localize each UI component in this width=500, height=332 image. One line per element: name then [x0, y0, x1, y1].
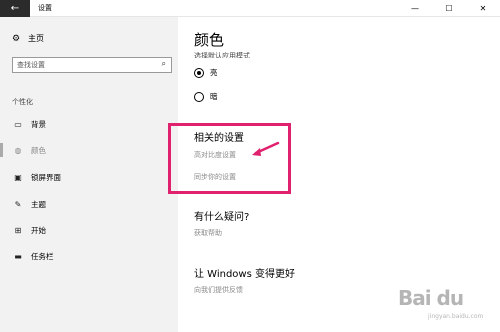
section-label: 个性化 [12, 98, 33, 106]
picture-icon: ▭ [14, 119, 22, 129]
question-title: 有什么疑问? [194, 212, 250, 223]
gear-icon: ⚙ [12, 34, 21, 44]
sidebar-home[interactable]: ⚙ 主页 [12, 33, 44, 44]
taskbar-icon: ▬ [14, 251, 22, 261]
sidebar-item-start[interactable]: ⊞ 开始 [12, 223, 46, 237]
sidebar-item-label: 背景 [31, 119, 46, 129]
page-title: 颜色 [194, 31, 225, 49]
radio-label: 亮 [210, 68, 218, 77]
sidebar-item-background[interactable]: ▭ 背景 [12, 117, 46, 131]
minimize-button[interactable]: — [400, 0, 430, 17]
settings-window: ← 设置 — ☐ ✕ ⚙ 主页 ⌕ 个性化 ▭ 背景 ◍ 颜色 ▣ 锁屏界面 ✎ 主题 ⊞… [0, 0, 500, 332]
search-input[interactable] [17, 59, 153, 71]
title-bar: ← 设置 — ☐ ✕ [0, 0, 500, 17]
search-icon[interactable]: ⌕ [162, 59, 166, 69]
monitor-icon: ▣ [14, 172, 22, 182]
sidebar-item-themes[interactable]: ✎ 主题 [12, 197, 46, 211]
radio-button-checked[interactable] [194, 67, 204, 78]
search-box[interactable]: ⌕ [12, 57, 172, 73]
sidebar-item-label: 主题 [31, 199, 46, 209]
start-grid-icon: ⊞ [14, 225, 22, 235]
annotation-arrow-icon [252, 141, 280, 156]
back-button[interactable]: ← [0, 0, 30, 17]
sidebar-item-taskbar[interactable]: ▬ 任务栏 [12, 249, 54, 263]
watermark-logo: Bai du [398, 286, 464, 310]
brush-icon: ✎ [14, 199, 22, 209]
sidebar-item-colors[interactable]: ◍ 颜色 [12, 143, 47, 157]
radio-label: 暗 [210, 92, 218, 101]
app-mode-label: 选择默认应用模式 [194, 52, 250, 58]
sidebar: ⚙ 主页 ⌕ 个性化 ▭ 背景 ◍ 颜色 ▣ 锁屏界面 ✎ 主题 ⊞ 开始 ▬ 任务栏 [0, 17, 178, 332]
get-help-link[interactable]: 获取帮助 [194, 228, 222, 238]
window-title: 设置 [38, 4, 52, 12]
palette-icon: ◍ [14, 145, 22, 155]
baidu-watermark: Bai du jingyan.baidu.com [398, 286, 498, 326]
sidebar-item-lockscreen[interactable]: ▣ 锁屏界面 [12, 170, 61, 184]
sidebar-item-label: 开始 [31, 225, 46, 235]
feedback-title: 让 Windows 变得更好 [194, 269, 295, 280]
sidebar-item-label: 颜色 [31, 145, 46, 155]
feedback-link[interactable]: 向我们提供反馈 [194, 285, 243, 295]
radio-dark[interactable]: 暗 [194, 91, 218, 102]
close-button[interactable]: ✕ [468, 0, 498, 17]
sidebar-item-label: 锁屏界面 [31, 172, 61, 182]
selection-indicator [0, 143, 3, 157]
maximize-button[interactable]: ☐ [434, 0, 464, 17]
radio-button[interactable] [194, 91, 204, 102]
watermark-url: jingyan.baidu.com [428, 313, 484, 320]
sidebar-item-label: 任务栏 [31, 251, 54, 261]
home-label: 主页 [28, 34, 44, 43]
radio-light[interactable]: 亮 [194, 67, 218, 78]
